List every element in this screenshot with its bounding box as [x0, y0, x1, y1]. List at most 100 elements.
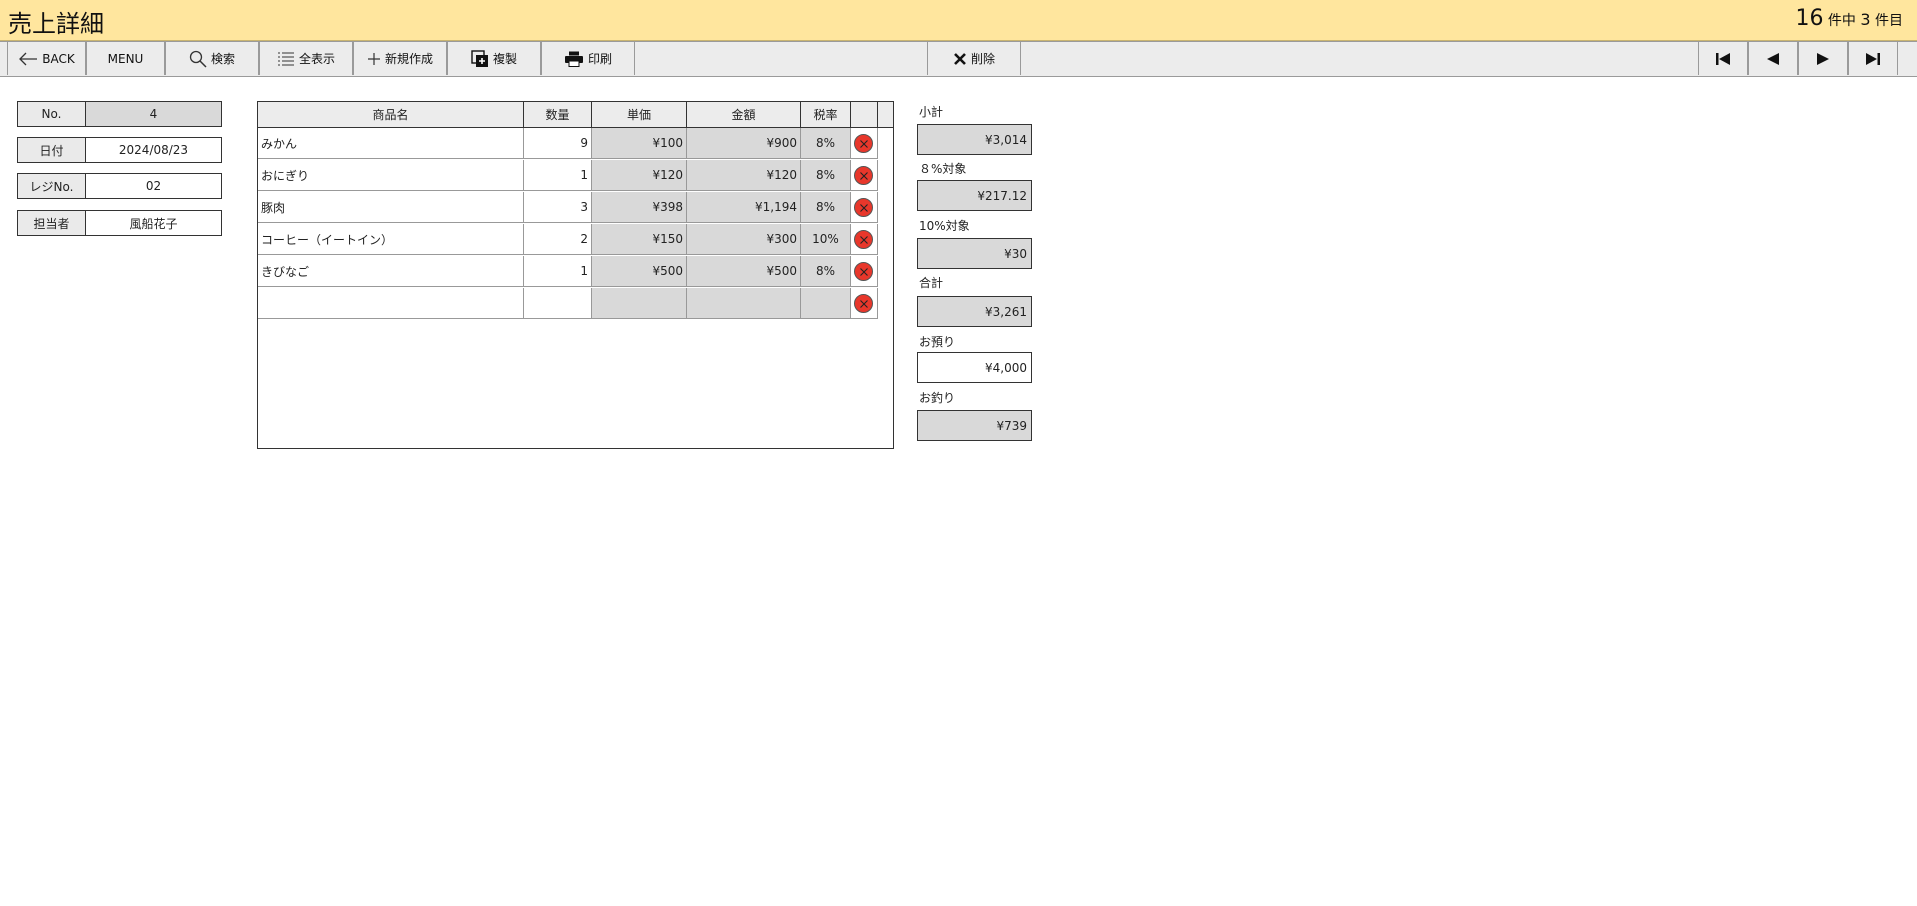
new-button[interactable]: 新規作成	[353, 42, 447, 75]
page-title: 売上詳細	[8, 10, 104, 38]
delete-row-icon	[859, 171, 868, 180]
record-counter: 16 件中 3 件目	[1795, 6, 1903, 31]
item-name[interactable]: 豚肉	[258, 192, 524, 223]
search-button[interactable]: 検索	[165, 42, 259, 75]
column-header-qty: 数量	[524, 102, 592, 128]
item-qty[interactable]: 1	[524, 256, 592, 287]
next-record-button[interactable]	[1798, 42, 1848, 75]
tax10-value: ¥30	[917, 238, 1032, 269]
delete-row-icon	[859, 235, 868, 244]
no-field: No. 4	[17, 101, 222, 127]
no-value: 4	[86, 101, 222, 127]
delete-row-icon	[859, 267, 868, 276]
staff-input[interactable]: 風船花子	[86, 210, 222, 236]
item-price: ¥100	[592, 128, 687, 159]
item-name[interactable]: コーヒー（イートイン）	[258, 224, 524, 255]
list-icon	[277, 52, 294, 65]
item-qty[interactable]: 9	[524, 128, 592, 159]
tax8-label: ８%対象	[919, 162, 967, 176]
item-name[interactable]	[258, 288, 524, 319]
subtotal-value: ¥3,014	[917, 124, 1032, 155]
back-arrow-icon	[19, 52, 38, 65]
item-amount: ¥120	[687, 160, 801, 191]
item-price: ¥398	[592, 192, 687, 223]
item-price: ¥150	[592, 224, 687, 255]
current-index: 3	[1860, 10, 1871, 29]
x-icon	[954, 52, 966, 65]
table-row: きびなご 1 ¥500 ¥500 8%	[258, 256, 878, 288]
delete-cell	[851, 224, 878, 255]
no-label: No.	[17, 101, 86, 127]
delete-cell	[851, 256, 878, 287]
staff-field: 担当者 風船花子	[17, 210, 222, 236]
received-label: お預り	[919, 335, 956, 349]
delete-row-icon	[859, 299, 868, 308]
item-price: ¥120	[592, 160, 687, 191]
delete-row-button[interactable]	[854, 134, 873, 153]
table-header: 商品名 数量 単価 金額 税率	[258, 102, 893, 128]
total-value: ¥3,261	[917, 296, 1032, 327]
show-all-label: 全表示	[298, 52, 335, 66]
item-qty[interactable]: 2	[524, 224, 592, 255]
total-label: 合計	[919, 276, 944, 290]
delete-row-button[interactable]	[854, 294, 873, 313]
column-header-amount: 金額	[687, 102, 801, 128]
column-header-price: 単価	[592, 102, 687, 128]
last-icon	[1866, 52, 1880, 65]
received-input[interactable]: ¥4,000	[917, 352, 1032, 383]
item-qty[interactable]	[524, 288, 592, 319]
tax10-label: 10%対象	[919, 219, 970, 233]
delete-cell	[851, 288, 878, 319]
date-input[interactable]: 2024/08/23	[86, 137, 222, 163]
duplicate-button[interactable]: 複製	[447, 42, 541, 75]
table-row: コーヒー（イートイン） 2 ¥150 ¥300 10%	[258, 224, 878, 256]
previous-record-button[interactable]	[1748, 42, 1798, 75]
last-record-button[interactable]	[1848, 42, 1898, 75]
show-all-button[interactable]: 全表示	[259, 42, 353, 75]
table-row-new	[258, 288, 878, 320]
column-header-delete	[851, 102, 878, 128]
duplicate-icon	[471, 49, 488, 67]
tax8-value: ¥217.12	[917, 180, 1032, 211]
delete-button[interactable]: 削除	[927, 42, 1021, 75]
table-row: 豚肉 3 ¥398 ¥1,194 8%	[258, 192, 878, 224]
print-label: 印刷	[587, 52, 612, 66]
delete-cell	[851, 128, 878, 159]
first-icon	[1716, 52, 1730, 65]
register-field: レジNo. 02	[17, 173, 222, 199]
delete-row-button[interactable]	[854, 166, 873, 185]
search-icon	[189, 50, 207, 68]
menu-button[interactable]: MENU	[86, 42, 165, 75]
delete-row-button[interactable]	[854, 230, 873, 249]
delete-row-icon	[859, 203, 868, 212]
item-tax: 8%	[801, 160, 851, 191]
register-label: レジNo.	[17, 173, 86, 199]
delete-row-button[interactable]	[854, 198, 873, 217]
delete-cell	[851, 160, 878, 191]
delete-row-button[interactable]	[854, 262, 873, 281]
item-tax: 8%	[801, 128, 851, 159]
item-name[interactable]: おにぎり	[258, 160, 524, 191]
item-price: ¥500	[592, 256, 687, 287]
title-bar: 売上詳細 16 件中 3 件目	[0, 0, 1917, 41]
item-amount: ¥900	[687, 128, 801, 159]
table-row: みかん 9 ¥100 ¥900 8%	[258, 128, 878, 160]
item-qty[interactable]: 3	[524, 192, 592, 223]
previous-icon	[1767, 52, 1779, 65]
item-qty[interactable]: 1	[524, 160, 592, 191]
column-header-name: 商品名	[258, 102, 524, 128]
item-name[interactable]: きびなご	[258, 256, 524, 287]
back-button[interactable]: BACK	[7, 42, 86, 75]
register-input[interactable]: 02	[86, 173, 222, 199]
line-items-table: 商品名 数量 単価 金額 税率 みかん 9 ¥100 ¥900 8% おにぎり …	[257, 101, 894, 449]
item-tax: 10%	[801, 224, 851, 255]
item-name[interactable]: みかん	[258, 128, 524, 159]
search-label: 検索	[210, 52, 235, 66]
unit-label: 件目	[1875, 13, 1903, 29]
first-record-button[interactable]	[1698, 42, 1748, 75]
back-label: BACK	[42, 51, 75, 66]
column-header-tax: 税率	[801, 102, 851, 128]
item-amount: ¥500	[687, 256, 801, 287]
print-button[interactable]: 印刷	[541, 42, 635, 75]
toolbar: BACK MENU 検索 全表示 新規作成 複製 印刷 削除	[0, 41, 1917, 77]
